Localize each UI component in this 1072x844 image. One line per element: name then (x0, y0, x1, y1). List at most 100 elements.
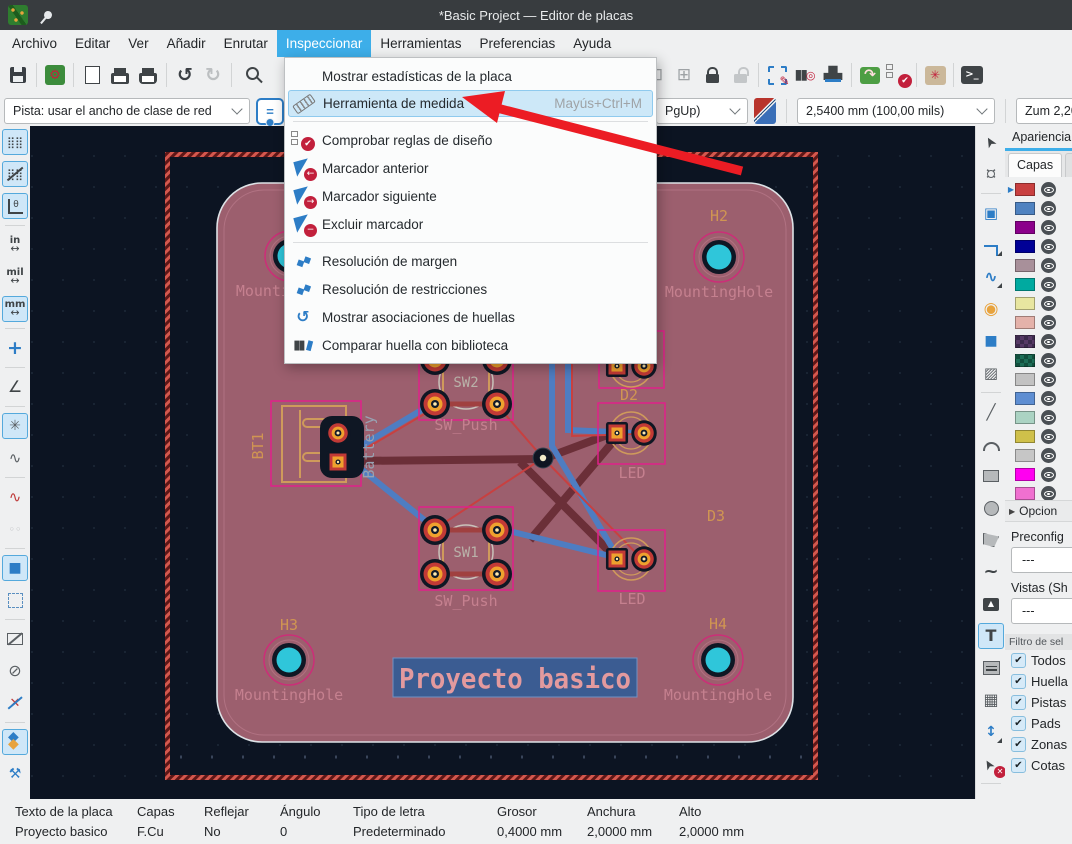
cursor-shape-icon[interactable]: + (2, 335, 28, 361)
visibility-eye-icon[interactable] (1041, 182, 1056, 197)
draw-zone-icon[interactable]: ■ (978, 328, 1004, 354)
tracks-display-icon[interactable]: ∿ (2, 484, 28, 510)
drc-icon[interactable]: ✔ (884, 61, 912, 89)
unlock-icon[interactable] (726, 61, 754, 89)
layer-color-swatch[interactable] (1015, 487, 1035, 500)
checkbox-todos[interactable]: ✔ (1011, 653, 1026, 668)
visibility-eye-icon[interactable] (1041, 429, 1056, 444)
draw-arc-icon[interactable] (978, 431, 1004, 457)
visibility-eye-icon[interactable] (1041, 353, 1056, 368)
lock-icon[interactable] (698, 61, 726, 89)
layer-color-swatch[interactable] (1015, 259, 1035, 272)
via[interactable] (533, 448, 553, 468)
layer-row-9[interactable] (1005, 351, 1072, 370)
visibility-eye-icon[interactable] (1041, 372, 1056, 387)
layer-color-swatch[interactable] (1015, 335, 1035, 348)
menu-item-comparar-huella-con-biblioteca[interactable]: ▮▮▮Comparar huella con biblioteca (285, 331, 656, 359)
fit-selection-icon[interactable]: ⊞ (670, 61, 698, 89)
layer-color-swatch[interactable] (1015, 297, 1035, 310)
visibility-eye-icon[interactable] (1041, 220, 1056, 235)
visibility-eye-icon[interactable] (1041, 448, 1056, 463)
layer-color-swatch[interactable] (1015, 221, 1035, 234)
graphics-outline-icon[interactable]: ✕ (2, 690, 28, 716)
layer-color-swatch[interactable] (1015, 449, 1035, 462)
free-angle-icon[interactable]: ∠ (2, 374, 28, 400)
layer-row-1[interactable] (1005, 199, 1072, 218)
visibility-eye-icon[interactable] (1041, 391, 1056, 406)
units-mils-icon[interactable]: mil↔ (2, 264, 28, 290)
visibility-eye-icon[interactable] (1041, 467, 1056, 482)
layer-color-swatch[interactable] (1015, 240, 1035, 253)
menu-editar[interactable]: Editar (66, 30, 119, 57)
layer-row-13[interactable] (1005, 427, 1072, 446)
layer-row-3[interactable] (1005, 237, 1072, 256)
visibility-eye-icon[interactable] (1041, 239, 1056, 254)
layer-row-14[interactable] (1005, 446, 1072, 465)
layer-row-7[interactable] (1005, 313, 1072, 332)
layer-row-16[interactable] (1005, 484, 1072, 500)
footprint-outline-icon[interactable] (2, 626, 28, 652)
board-text-proyecto-basico[interactable]: Proyecto basico (393, 658, 637, 697)
menu-archivo[interactable]: Archivo (3, 30, 66, 57)
tab-o[interactable]: O (1065, 153, 1072, 177)
library-browser-icon[interactable]: ▮▮◎ (791, 61, 819, 89)
menu-item-mostrar-estadisticas-de-la-placa[interactable]: Mostrar estadísticas de la placa (285, 62, 656, 90)
ratsnest-icon[interactable]: ✳ (2, 413, 28, 439)
place-via-icon[interactable]: ◉ (978, 296, 1004, 322)
tab-capas[interactable]: Capas (1008, 153, 1062, 177)
draw-bezier-icon[interactable]: ~ (978, 559, 1004, 585)
scripting-console-icon[interactable]: >_ (958, 61, 986, 89)
polar-coords-icon[interactable]: θ (2, 193, 28, 219)
board-setup-icon[interactable]: ⚙ (41, 61, 69, 89)
place-footprint-icon[interactable]: ▣ (978, 200, 1004, 226)
zone-display-icon[interactable]: ✎ (763, 61, 791, 89)
track-width-select[interactable]: Pista: usar el ancho de clase de red (4, 98, 250, 124)
draw-rect-icon[interactable] (978, 463, 1004, 489)
layer-row-4[interactable] (1005, 256, 1072, 275)
pads-display-icon[interactable]: ◦◦ (2, 516, 28, 542)
visibility-eye-icon[interactable] (1041, 315, 1056, 330)
menu-enrutar[interactable]: Enrutar (215, 30, 277, 57)
place-table-icon[interactable]: ▦ (978, 687, 1004, 713)
visibility-eye-icon[interactable] (1041, 258, 1056, 273)
menu-item-herramienta-de-medida[interactable]: Herramienta de medidaMayús+Ctrl+M (288, 90, 653, 117)
layer-row-8[interactable] (1005, 332, 1072, 351)
checkbox-cotas[interactable]: ✔ (1011, 758, 1026, 773)
visibility-eye-icon[interactable] (1041, 486, 1056, 500)
layer-color-swatch[interactable] (1015, 468, 1035, 481)
redo-icon[interactable]: ↻ (199, 61, 227, 89)
select-tool-icon[interactable]: ➤ (978, 129, 1004, 155)
menu-item-resolucion-de-restricciones[interactable]: ◆◆Resolución de restricciones (285, 275, 656, 303)
layer-row-2[interactable] (1005, 218, 1072, 237)
grid-dots-icon[interactable]: ⣿⣿ (2, 129, 28, 155)
menu-item-marcador-siguiente[interactable]: →Marcador siguiente (285, 182, 656, 210)
footprint-browser-icon[interactable]: ▟▙ (819, 61, 847, 89)
visibility-eye-icon[interactable] (1041, 201, 1056, 216)
units-mm-icon[interactable]: mm↔ (2, 296, 28, 322)
menu-item-resolucion-de-margen[interactable]: ◆◆Resolución de margen (285, 247, 656, 275)
draw-line-icon[interactable]: ╱ (978, 399, 1004, 425)
views-select[interactable]: --- (1011, 598, 1072, 624)
route-tracks-icon[interactable] (978, 232, 1004, 258)
page-settings-icon[interactable] (78, 61, 106, 89)
layer-options-toggle[interactable]: ▶ Opcion (1005, 500, 1072, 522)
grid-override-icon[interactable]: ⣿⣿ (2, 161, 28, 187)
update-pcb-icon[interactable]: ↷ (856, 61, 884, 89)
menu-item-mostrar-asociaciones-de-huellas[interactable]: ↺Mostrar asociaciones de huellas (285, 303, 656, 331)
layer-color-swatch[interactable] (1015, 430, 1035, 443)
checkbox-pistas[interactable]: ✔ (1011, 695, 1026, 710)
presets-select[interactable]: --- (1011, 547, 1072, 573)
layer-color-swatch[interactable] (1015, 411, 1035, 424)
visibility-eye-icon[interactable] (1041, 334, 1056, 349)
layer-color-swatch[interactable] (1015, 354, 1035, 367)
save-icon[interactable] (4, 61, 32, 89)
layer-color-swatch[interactable] (1015, 202, 1035, 215)
zone-outline-icon[interactable] (2, 587, 28, 613)
delete-tool-icon[interactable]: ➤✕ (978, 751, 1004, 777)
place-text-icon[interactable]: T (978, 623, 1004, 649)
preferences-tools-icon[interactable]: ⚒ (2, 761, 28, 787)
layer-select[interactable]: PgUp) (656, 98, 748, 124)
plot-icon[interactable] (134, 61, 162, 89)
menu-inspeccionar[interactable]: Inspeccionar (277, 30, 372, 57)
menu-item-marcador-anterior[interactable]: ←Marcador anterior (285, 154, 656, 182)
